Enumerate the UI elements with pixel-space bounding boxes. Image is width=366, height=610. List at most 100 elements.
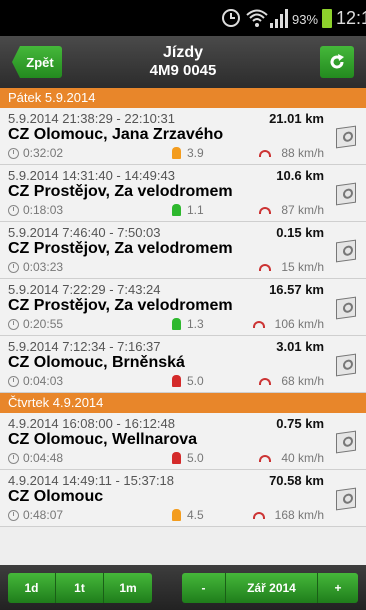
trip-max-speed: 87 km/h xyxy=(259,203,324,217)
trip-place: CZ Olomouc, Wellnarova xyxy=(8,431,198,448)
trip-max-speed: 88 km/h xyxy=(259,146,324,160)
fuel-consumption: 1.1 xyxy=(172,203,204,217)
fuel-consumption: 1.3 xyxy=(172,317,204,331)
trip-time-range: 5.9.2014 7:22:29 - 7:43:24 xyxy=(8,282,161,297)
speed-value: 15 km/h xyxy=(281,260,324,274)
trip-place: CZ Prostějov, Za velodromem xyxy=(8,183,233,200)
trip-duration: 0:03:23 xyxy=(8,260,63,274)
map-icon[interactable] xyxy=(336,125,356,149)
seat-icon xyxy=(172,318,181,330)
duration-value: 0:20:55 xyxy=(23,317,64,331)
seat-icon xyxy=(172,375,181,387)
duration-value: 0:04:48 xyxy=(23,451,64,465)
alarm-icon xyxy=(222,9,240,27)
range-button-1t[interactable]: 1t xyxy=(56,573,104,603)
trip-duration: 0:04:48 xyxy=(8,451,63,465)
map-icon[interactable] xyxy=(336,239,356,263)
status-bar: 93% 12:17 xyxy=(0,0,366,36)
month-label-button[interactable]: Zář 2014 xyxy=(226,573,318,603)
trip-max-speed: 68 km/h xyxy=(259,374,324,388)
speed-value: 87 km/h xyxy=(281,203,324,217)
trip-list[interactable]: Pátek 5.9.2014 5.9.2014 21:38:29 - 22:10:… xyxy=(0,88,366,565)
trip-duration: 0:04:03 xyxy=(8,374,63,388)
map-icon[interactable] xyxy=(336,487,356,511)
vehicle-plate: 4M9 0045 xyxy=(149,62,217,79)
speed-value: 88 km/h xyxy=(281,146,324,160)
fuel-value: 1.1 xyxy=(187,203,204,217)
fuel-consumption: 5.0 xyxy=(172,451,204,465)
duration-value: 0:32:02 xyxy=(23,146,64,160)
wifi-icon xyxy=(246,9,268,27)
map-icon[interactable] xyxy=(336,182,356,206)
clock-icon xyxy=(8,375,19,387)
map-icon[interactable] xyxy=(336,430,356,454)
list-item[interactable]: 4.9.2014 14:49:11 - 15:37:18 70.58 km CZ O… xyxy=(0,470,366,527)
day-header: Čtvrtek 4.9.2014 xyxy=(0,393,366,413)
speedometer-icon xyxy=(259,263,272,271)
seat-icon xyxy=(172,452,181,464)
duration-value: 0:04:03 xyxy=(23,374,64,388)
fuel-consumption: 3.9 xyxy=(172,146,204,160)
speedometer-icon xyxy=(259,454,272,462)
trip-duration: 0:48:07 xyxy=(8,508,63,522)
refresh-button[interactable] xyxy=(320,46,354,78)
trip-time-range: 5.9.2014 21:38:29 - 22:10:31 xyxy=(8,111,175,126)
battery-icon xyxy=(322,9,332,28)
trip-max-speed: 106 km/h xyxy=(252,317,324,331)
trip-max-speed: 168 km/h xyxy=(252,508,324,522)
clock-time: 12:17 xyxy=(336,8,366,28)
list-item[interactable]: 5.9.2014 7:46:40 - 7:50:03 0.15 km CZ Pros… xyxy=(0,222,366,279)
trip-distance: 0.15 km xyxy=(276,225,324,240)
speedometer-icon xyxy=(252,320,265,328)
next-month-button[interactable]: + xyxy=(318,573,358,603)
seat-icon xyxy=(172,147,181,159)
trip-distance: 16.57 km xyxy=(269,282,324,297)
trip-distance: 10.6 km xyxy=(276,168,324,183)
list-item[interactable]: 5.9.2014 14:31:40 - 14:49:43 10.6 km CZ Pr… xyxy=(0,165,366,222)
fuel-value: 5.0 xyxy=(187,374,204,388)
bottom-bar: 1d 1t 1m - Zář 2014 + xyxy=(0,565,366,610)
trip-duration: 0:32:02 xyxy=(8,146,63,160)
trip-max-speed: 15 km/h xyxy=(259,260,324,274)
previous-month-button[interactable]: - xyxy=(182,573,226,603)
clock-icon xyxy=(8,452,19,464)
speed-value: 106 km/h xyxy=(274,317,324,331)
trip-max-speed: 40 km/h xyxy=(259,451,324,465)
list-item[interactable]: 5.9.2014 7:22:29 - 7:43:24 16.57 km CZ Pro… xyxy=(0,279,366,336)
action-bar: Zpět Jízdy 4M9 0045 xyxy=(0,36,366,88)
seat-icon xyxy=(172,509,181,521)
list-item[interactable]: 4.9.2014 16:08:00 - 16:12:48 0.75 km CZ Ol… xyxy=(0,413,366,470)
clock-icon xyxy=(8,261,19,273)
clock-icon xyxy=(8,318,19,330)
fuel-consumption: 4.5 xyxy=(172,508,204,522)
back-button[interactable]: Zpět xyxy=(12,46,62,78)
list-item[interactable]: 5.9.2014 21:38:29 - 22:10:31 21.01 km CZ O… xyxy=(0,108,366,165)
fuel-value: 3.9 xyxy=(187,146,204,160)
trip-time-range: 4.9.2014 14:49:11 - 15:37:18 xyxy=(8,473,175,488)
trip-time-range: 5.9.2014 7:46:40 - 7:50:03 xyxy=(8,225,161,240)
trip-place: CZ Olomouc, Brněnská xyxy=(8,354,185,371)
list-item[interactable]: 5.9.2014 7:12:34 - 7:16:37 3.01 km CZ Olom… xyxy=(0,336,366,393)
trip-place: CZ Olomouc, Jana Zrzavého xyxy=(8,126,224,143)
range-button-1d[interactable]: 1d xyxy=(8,573,56,603)
range-selector: 1d 1t 1m xyxy=(8,573,152,603)
refresh-icon xyxy=(330,54,344,69)
map-icon[interactable] xyxy=(336,353,356,377)
clock-icon xyxy=(8,509,19,521)
battery-percent: 93% xyxy=(292,12,319,27)
fuel-consumption: 5.0 xyxy=(172,374,204,388)
trip-duration: 0:18:03 xyxy=(8,203,63,217)
duration-value: 0:18:03 xyxy=(23,203,64,217)
map-icon[interactable] xyxy=(336,296,356,320)
range-button-1m[interactable]: 1m xyxy=(104,573,152,603)
signal-icon xyxy=(270,8,290,28)
trip-time-range: 5.9.2014 14:31:40 - 14:49:43 xyxy=(8,168,175,183)
speed-value: 68 km/h xyxy=(281,374,324,388)
duration-value: 0:03:23 xyxy=(23,260,64,274)
screen-title: Jízdy 4M9 0045 xyxy=(83,44,283,80)
fuel-value: 4.5 xyxy=(187,508,204,522)
speedometer-icon xyxy=(259,206,272,214)
trip-distance: 3.01 km xyxy=(276,339,324,354)
day-header: Pátek 5.9.2014 xyxy=(0,88,366,108)
fuel-value: 1.3 xyxy=(187,317,204,331)
